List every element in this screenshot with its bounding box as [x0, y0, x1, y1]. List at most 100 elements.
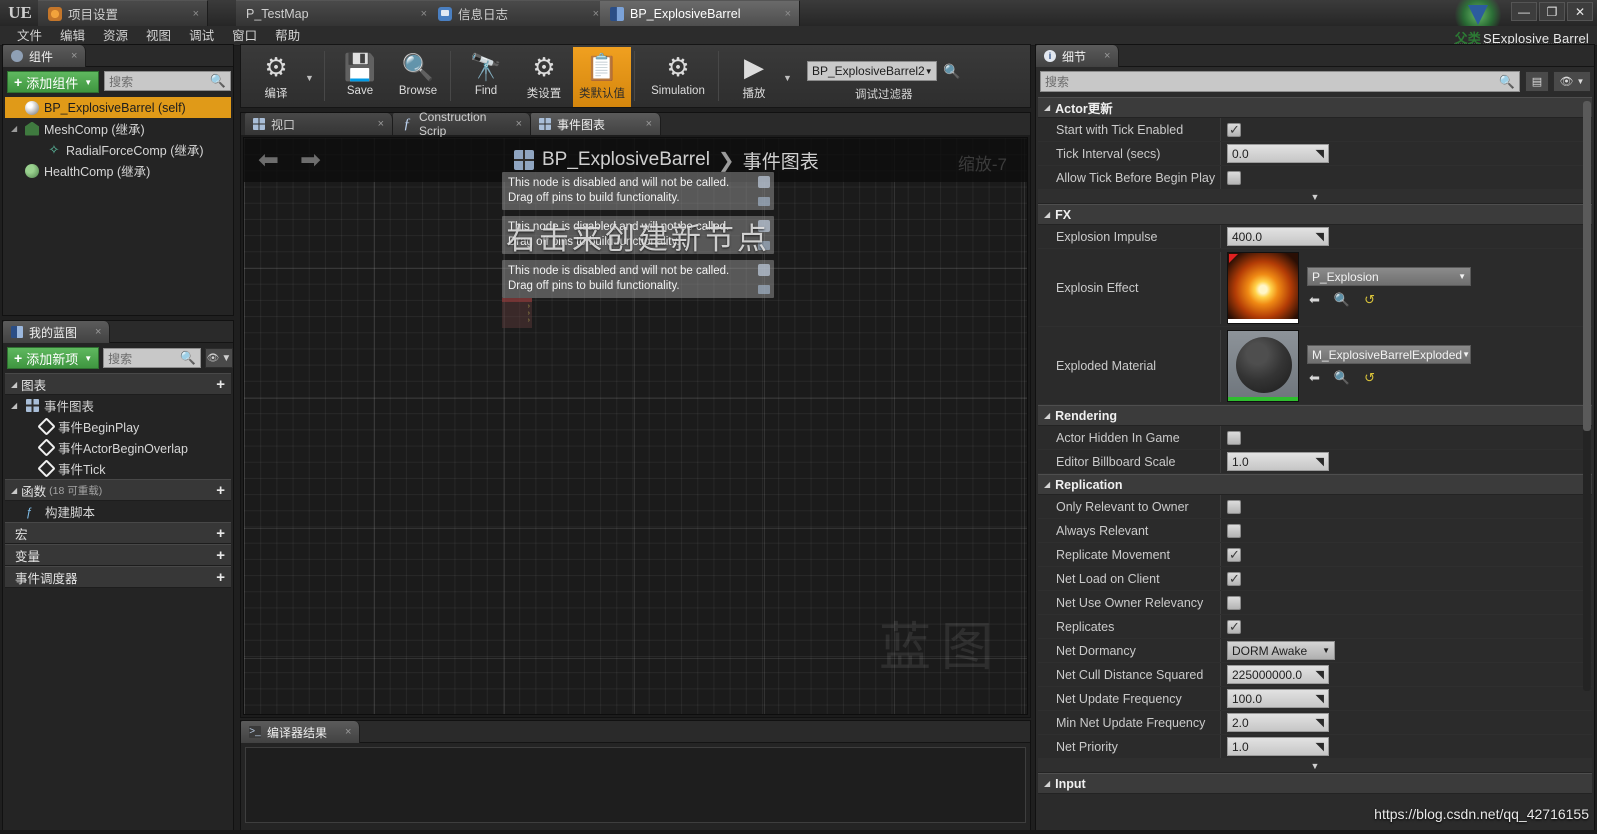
property-checkbox[interactable] — [1227, 547, 1241, 563]
editor-tab-2[interactable]: P_TestMap × — [236, 0, 436, 26]
toolbar-button--[interactable]: 📋 类默认值 — [573, 47, 631, 107]
menu-item-4[interactable]: 视图 — [137, 26, 180, 46]
tab-components[interactable]: 组件 × — [3, 45, 87, 67]
details-scrollbar-thumb[interactable] — [1583, 101, 1591, 431]
asset-thumbnail[interactable] — [1227, 329, 1299, 402]
tab-details[interactable]: i 细节 × — [1036, 45, 1120, 67]
asset-combo[interactable]: P_Explosion ▼ — [1307, 267, 1471, 286]
asset-find-icon[interactable]: 🔍 — [1334, 292, 1350, 308]
my-blueprint-search-input[interactable]: 搜索 🔍 — [103, 348, 201, 368]
add-item-icon[interactable]: + — [216, 482, 225, 499]
my-blueprint-section-3[interactable]: 宏 + — [5, 522, 231, 544]
my-blueprint-item-1-1[interactable]: ◢ 事件图表 — [5, 395, 231, 416]
spinner-icon[interactable]: ◥ — [1316, 692, 1324, 705]
property-checkbox[interactable] — [1227, 523, 1241, 538]
toolbar-button-simulation[interactable]: ⚙ Simulation — [641, 47, 715, 107]
details-scrollbar[interactable] — [1583, 101, 1591, 691]
asset-browse-back-icon[interactable]: ⬅ — [1309, 292, 1320, 308]
my-blueprint-section-4[interactable]: 变量 + — [5, 544, 231, 566]
editor-tab-4[interactable]: BP_ExplosiveBarrel × — [600, 0, 800, 26]
details-category-rendering[interactable]: ◢ Rendering — [1038, 405, 1592, 426]
details-category-expander[interactable]: ▼ — [1038, 190, 1592, 204]
property-number-input[interactable]: 400.0 ◥ — [1227, 227, 1329, 246]
spinner-icon[interactable]: ◥ — [1316, 230, 1324, 243]
toolbar-button-save[interactable]: 💾 Save — [331, 47, 389, 107]
toolbar-button--[interactable]: ⚙ 类设置 — [515, 47, 573, 107]
details-search-input[interactable]: 搜索 🔍 — [1040, 71, 1520, 92]
expand-arrow-icon[interactable]: ◢ — [1044, 411, 1050, 420]
chevron-down-icon[interactable]: ▼ — [783, 73, 792, 83]
expand-arrow-icon[interactable]: ◢ — [11, 486, 17, 495]
chevron-down-icon[interactable]: ▼ — [305, 73, 314, 83]
toolbar-button-find[interactable]: 🔭 Find — [457, 47, 515, 107]
expand-arrow-icon[interactable]: ◢ — [1044, 103, 1050, 112]
asset-browse-back-icon[interactable]: ⬅ — [1309, 370, 1320, 386]
property-number-input[interactable]: 100.0 ◥ — [1227, 689, 1329, 708]
property-combo[interactable]: DORM Awake ▼ — [1227, 641, 1335, 660]
tab-details-close-icon[interactable]: × — [1104, 50, 1110, 62]
add-component-button[interactable]: + 添加组件 ▼ — [7, 71, 100, 93]
details-category-actor-[interactable]: ◢ Actor更新 — [1038, 97, 1592, 118]
asset-reset-icon[interactable]: ↺ — [1364, 370, 1375, 386]
spinner-icon[interactable]: ◥ — [1316, 716, 1324, 729]
component-item-4[interactable]: HealthComp (继承) — [5, 160, 231, 181]
property-checkbox[interactable] — [1227, 430, 1241, 445]
add-item-icon[interactable]: + — [216, 376, 225, 393]
toolbar-button--[interactable]: ⚙ 编译 — [247, 47, 305, 107]
close-button[interactable]: ✕ — [1567, 2, 1593, 21]
details-category-replication[interactable]: ◢ Replication — [1038, 474, 1592, 495]
editor-tab-3[interactable]: 信息日志 × — [428, 0, 608, 26]
minimize-button[interactable]: — — [1511, 2, 1537, 21]
expand-arrow-icon[interactable]: ◢ — [1044, 480, 1050, 489]
details-category-fx[interactable]: ◢ FX — [1038, 204, 1592, 225]
components-search-input[interactable]: 搜索 🔍 — [104, 71, 231, 91]
my-blueprint-item-1-3[interactable]: 事件ActorBeginOverlap — [5, 437, 231, 458]
menu-item-3[interactable]: 资源 — [94, 26, 137, 46]
asset-reset-icon[interactable]: ↺ — [1364, 292, 1375, 308]
details-category-expander[interactable]: ▼ — [1038, 759, 1592, 773]
my-blueprint-section-2[interactable]: ◢ 函数 (18 可重载) + — [5, 479, 231, 501]
property-checkbox[interactable] — [1227, 595, 1241, 610]
tab-my-blueprint[interactable]: 我的蓝图 × — [3, 321, 111, 343]
property-number-input[interactable]: 0.0 ◥ — [1227, 144, 1329, 163]
graph-tab-1[interactable]: 视口 × — [245, 113, 393, 135]
property-checkbox[interactable] — [1227, 170, 1241, 185]
my-blueprint-item-2-1[interactable]: ƒ 构建脚本 — [5, 501, 231, 522]
menu-item-6[interactable]: 窗口 — [223, 26, 266, 46]
asset-find-icon[interactable]: 🔍 — [1334, 370, 1350, 386]
editor-tab-close-icon[interactable]: × — [411, 8, 427, 20]
property-checkbox[interactable] — [1227, 619, 1241, 635]
tab-my-blueprint-close-icon[interactable]: × — [95, 326, 101, 338]
asset-thumbnail[interactable] — [1227, 251, 1299, 324]
details-visibility-button[interactable]: 👁 ▼ — [1553, 71, 1591, 92]
breadcrumb-root[interactable]: BP_ExplosiveBarrel — [542, 149, 710, 171]
nav-back-icon[interactable]: ⬅ — [258, 148, 279, 173]
toolbar-button--[interactable]: ▶ 播放 — [725, 47, 783, 107]
spinner-icon[interactable]: ◥ — [1316, 740, 1324, 753]
visibility-options-button[interactable]: 👁 ▼ — [204, 348, 233, 368]
asset-combo[interactable]: M_ExplosiveBarrelExploded ▼ — [1307, 345, 1471, 364]
spinner-icon[interactable]: ◥ — [1316, 668, 1324, 681]
tab-compiler-results-close-icon[interactable]: × — [345, 726, 351, 738]
add-item-icon[interactable]: + — [216, 569, 225, 586]
tab-compiler-results[interactable]: >_ 编译器结果 × — [241, 721, 361, 743]
menu-item-5[interactable]: 调试 — [180, 26, 223, 46]
graph-tab-2[interactable]: ƒ Construction Scrip × — [393, 110, 531, 138]
expand-arrow-icon[interactable]: ◢ — [11, 380, 17, 389]
spinner-icon[interactable]: ◥ — [1316, 147, 1324, 160]
my-blueprint-item-1-4[interactable]: 事件Tick — [5, 458, 231, 479]
property-number-input[interactable]: 2.0 ◥ — [1227, 713, 1329, 732]
grid-view-button[interactable]: ▤ — [1525, 71, 1549, 92]
editor-tab-1[interactable]: 项目设置 × — [38, 0, 208, 26]
component-item-3[interactable]: ✧ RadialForceComp (继承) — [5, 139, 231, 160]
nav-forward-icon[interactable]: ➡ — [300, 148, 321, 173]
toolbar-button-browse[interactable]: 🔍 Browse — [389, 47, 447, 107]
expand-arrow-icon[interactable]: ◢ — [1044, 210, 1050, 219]
spinner-icon[interactable]: ◥ — [1316, 455, 1324, 468]
my-blueprint-section-1[interactable]: ◢ 图表 + — [5, 373, 231, 395]
menu-item-2[interactable]: 编辑 — [51, 26, 94, 46]
expand-arrow-icon[interactable]: ◢ — [1044, 779, 1050, 788]
add-new-item-button[interactable]: + 添加新项 ▼ — [7, 347, 100, 369]
expand-arrow-icon[interactable]: ◢ — [11, 401, 21, 410]
tab-components-close-icon[interactable]: × — [71, 50, 77, 62]
